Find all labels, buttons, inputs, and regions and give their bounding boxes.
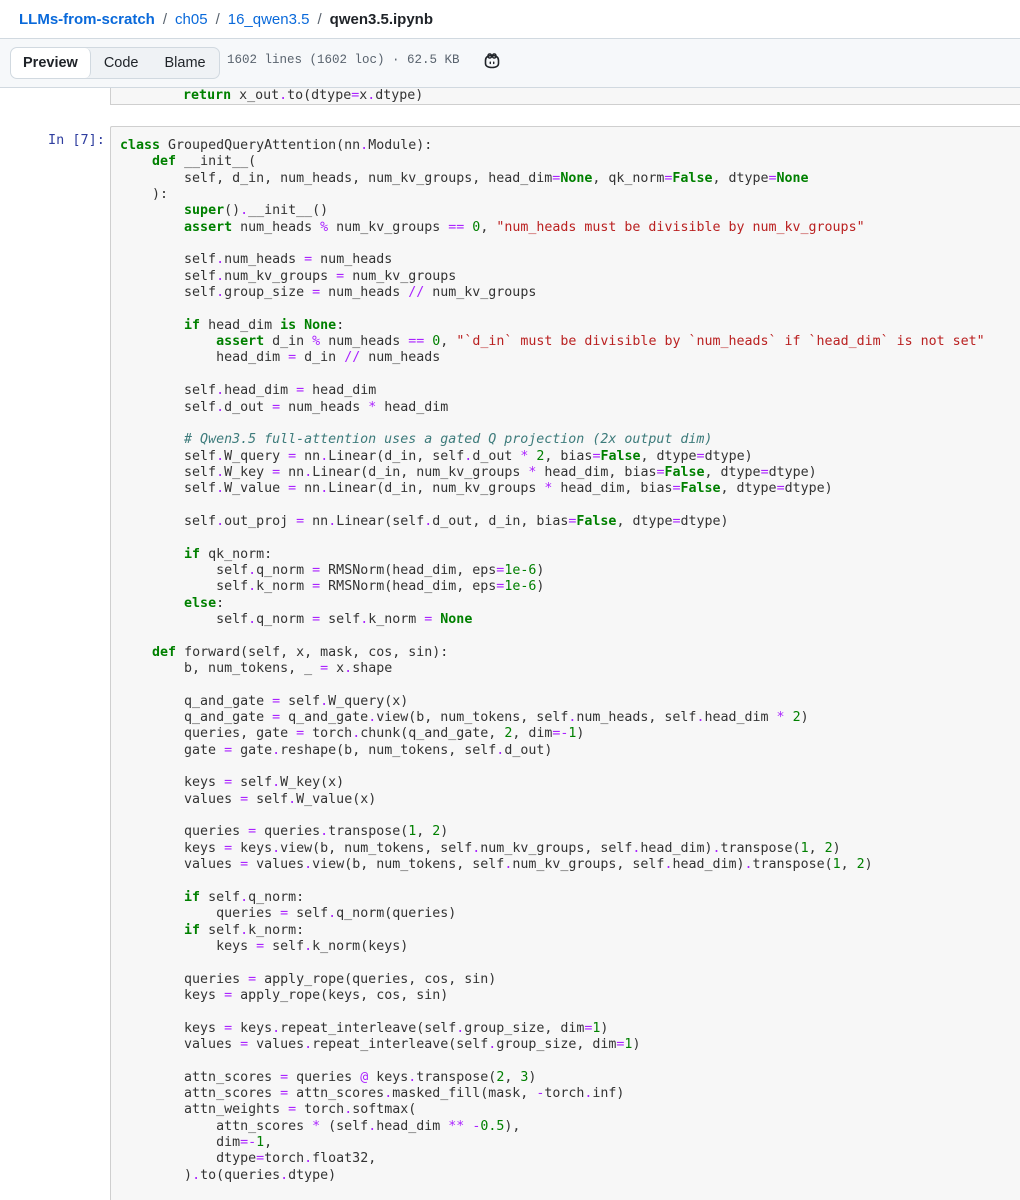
copilot-icon[interactable] [482,51,502,71]
tab-preview[interactable]: Preview [11,48,91,78]
cell-prompt: In [7]: [48,132,105,148]
code-block: class GroupedQueryAttention(nn.Module): … [120,138,985,1183]
breadcrumb-dir-qwen-link[interactable]: 16_qwen3.5 [228,11,310,28]
file-info-text: 1602 lines (1602 loc) · 62.5 KB [227,53,460,67]
view-mode-segmented-control: Preview Code Blame [10,47,220,79]
breadcrumb-separator: / [317,10,322,28]
breadcrumb-repo-link[interactable]: LLMs-from-scratch [19,11,155,28]
breadcrumb-separator: / [215,10,220,28]
tab-code[interactable]: Code [91,48,152,78]
breadcrumb-dir-ch05-link[interactable]: ch05 [175,11,208,28]
file-toolbar: Preview Code Blame 1602 lines (1602 loc)… [0,39,1020,88]
breadcrumb-separator: / [162,10,168,28]
code-cell-input[interactable]: class GroupedQueryAttention(nn.Module): … [110,126,1020,1200]
notebook-content: return x_out.to(dtype=x.dtype) In [7]: c… [0,88,1020,1200]
breadcrumb: LLMs-from-scratch / ch05 / 16_qwen3.5 / … [19,8,433,30]
previous-cell-code: return x_out.to(dtype=x.dtype) [183,88,424,103]
breadcrumb-current-file: qwen3.5.ipynb [329,10,434,28]
previous-code-cell: return x_out.to(dtype=x.dtype) [110,88,1020,105]
tab-blame[interactable]: Blame [152,48,219,78]
